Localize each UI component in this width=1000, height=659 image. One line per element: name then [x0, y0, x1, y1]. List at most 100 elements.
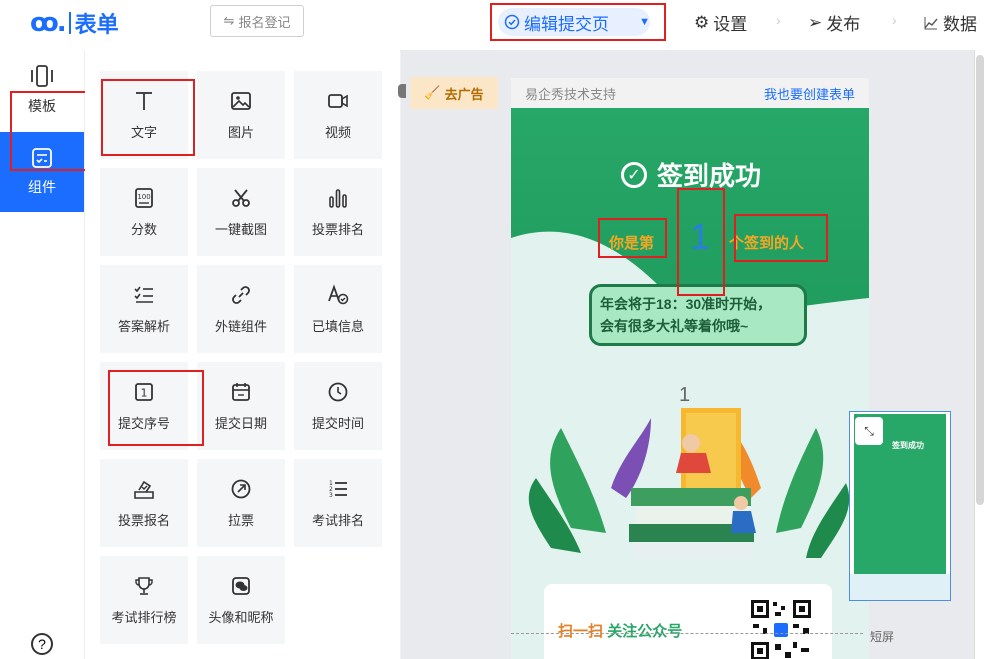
register-button-label: 报名登记 [238, 14, 291, 30]
image-icon [231, 91, 251, 110]
publish-tab[interactable]: ➢ 发布 [808, 10, 860, 35]
component-video[interactable]: 视频 [294, 71, 382, 159]
component-vote-signup[interactable]: 投票报名 [100, 459, 188, 547]
component-screenshot[interactable]: 一键截图 [197, 168, 285, 256]
collapse-icon[interactable]: ⤡ [855, 417, 883, 445]
check-circle-icon: ✓ [621, 161, 647, 188]
component-label: 提交日期 [214, 415, 267, 431]
component-answer-analysis[interactable]: 答案解析 [100, 265, 188, 353]
thumbnail-title: 签到成功 [892, 441, 924, 450]
component-avatar-nickname[interactable]: 头像和昵称 [197, 556, 285, 644]
rank-prefix-highlight [598, 218, 667, 258]
component-score[interactable]: 100 分数 [100, 168, 188, 256]
qr-caption-main: 关注公众号 [607, 623, 683, 640]
app-logo[interactable]: ꝏ. 表单 [30, 8, 119, 38]
tech-support-text: 易企秀技术支持 [525, 86, 617, 102]
qr-caption: 扫一扫 关注公众号 [558, 620, 682, 641]
logo-text: 表单 [74, 12, 119, 37]
short-screen-divider [511, 633, 863, 634]
logo-mark: ꝏ. [30, 8, 67, 38]
broom-icon: 🧹 [424, 85, 441, 100]
phone-header: 易企秀技术支持 我也要创建表单 [511, 78, 869, 108]
component-label: 答案解析 [117, 318, 170, 334]
clock-icon [328, 382, 348, 401]
component-label: 提交时间 [311, 415, 364, 431]
component-label: 外链组件 [214, 318, 267, 334]
settings-tab[interactable]: ⚙ 设置 [694, 10, 747, 35]
svg-text:100: 100 [137, 193, 150, 201]
page-thumbnail[interactable]: 签到成功 ⤡ [849, 411, 951, 601]
components-highlight [10, 91, 96, 171]
font-check-icon [328, 283, 349, 304]
score-icon: 100 [135, 187, 153, 208]
edit-submit-page-highlight: 编辑提交页 ▼ [490, 3, 666, 41]
bar-chart-icon [329, 188, 347, 208]
component-label: 投票排名 [311, 221, 364, 237]
video-icon [328, 93, 348, 108]
component-label: 拉票 [227, 512, 254, 528]
text-component-highlight [101, 79, 195, 156]
chevron-right-icon: › [776, 12, 781, 28]
component-exam-rank[interactable]: 123 考试排名 [294, 459, 382, 547]
edit-submit-page-label: 编辑提交页 [524, 14, 609, 34]
top-bar: ꝏ. 表单 ⇋ 报名登记 编辑提交页 ▼ ⚙ 设置 › ➢ 发布 › 数据 [0, 0, 1000, 51]
scrollbar[interactable] [976, 55, 984, 505]
trophy-icon [135, 576, 153, 595]
data-label: 数据 [943, 15, 977, 34]
notice-line-1: 年会将于18：30准时开始， [600, 296, 772, 312]
nav-item-components-label: 组件 [28, 179, 56, 195]
edit-submit-page-dropdown[interactable]: 编辑提交页 ▼ [498, 8, 650, 36]
component-canvass[interactable]: 拉票 [197, 459, 285, 547]
vote-box-icon [134, 480, 154, 499]
gear-icon: ⚙ [694, 12, 710, 32]
calendar-icon [232, 382, 250, 401]
chevron-right-icon: › [892, 12, 897, 28]
qr-caption-prefix: 扫一扫 [558, 623, 604, 640]
component-image[interactable]: 图片 [197, 71, 285, 159]
phone-preview: 易企秀技术支持 我也要创建表单 ✓ 签到成功 你是第 1 个签到的人 年会将于1… [511, 78, 869, 659]
remove-ads-label: 去广告 [444, 86, 484, 102]
register-button[interactable]: ⇋ 报名登记 [210, 5, 304, 37]
rank-suffix-highlight [734, 214, 828, 262]
component-submit-date[interactable]: 提交日期 [197, 362, 285, 450]
thumbnail-footer [850, 574, 950, 600]
reading-illustration [528, 408, 850, 558]
notice-line-2: 会有很多大礼等着你哦~ [600, 318, 749, 334]
link-icon [232, 285, 250, 304]
component-label: 头像和昵称 [208, 609, 274, 625]
check-circle-icon [504, 14, 520, 30]
create-form-link[interactable]: 我也要创建表单 [764, 84, 855, 103]
component-label: 已填信息 [311, 318, 364, 334]
component-external-link[interactable]: 外链组件 [197, 265, 285, 353]
component-label: 视频 [324, 124, 351, 140]
component-label: 分数 [130, 221, 157, 237]
settings-label: 设置 [713, 15, 748, 34]
send-icon: ➢ [808, 12, 823, 32]
rank-number-highlight [677, 188, 725, 296]
ordered-list-icon: 123 [329, 480, 347, 499]
component-filled-info[interactable]: 已填信息 [294, 265, 382, 353]
submit-number-highlight [108, 370, 204, 446]
short-screen-label: 短屏 [870, 630, 895, 644]
checklist-icon [134, 286, 153, 303]
component-exam-leaderboard[interactable]: 考试排行榜 [100, 556, 188, 644]
caret-down-icon: ▼ [639, 16, 650, 28]
wechat-icon [232, 576, 250, 595]
component-vote-rank[interactable]: 投票排名 [294, 168, 382, 256]
share-icon [231, 479, 251, 498]
data-tab[interactable]: 数据 [923, 10, 977, 35]
component-label: 考试排行榜 [111, 609, 177, 625]
component-submit-time[interactable]: 提交时间 [294, 362, 382, 450]
logo-divider [68, 12, 71, 34]
svg-text:3: 3 [329, 492, 333, 499]
component-label: 图片 [227, 124, 254, 140]
qr-code-icon [749, 598, 813, 659]
phone-icon [31, 65, 53, 87]
swap-icon: ⇋ [223, 13, 235, 28]
ad-tag-tab [398, 84, 406, 98]
remove-ads-button[interactable]: 🧹 去广告 [410, 77, 498, 109]
line-chart-icon [924, 16, 938, 29]
qr-card: 扫一扫 关注公众号 [544, 584, 832, 659]
help-icon[interactable]: ? [31, 633, 53, 655]
component-label: 一键截图 [214, 221, 267, 237]
